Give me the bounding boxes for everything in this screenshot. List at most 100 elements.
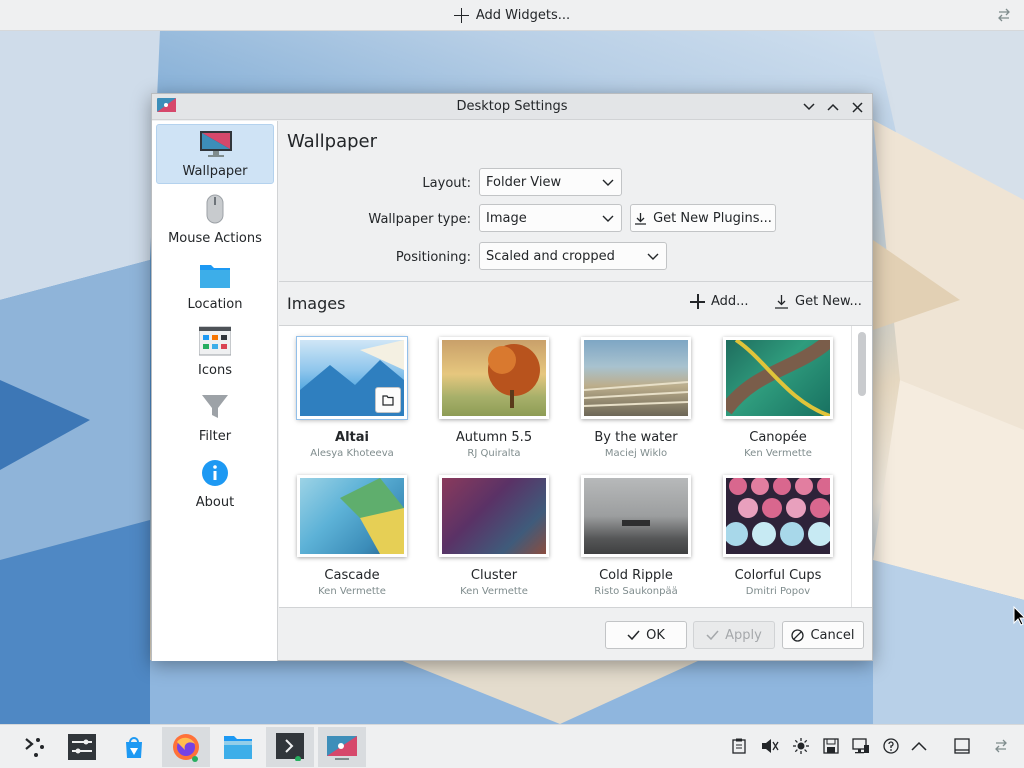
system-settings-icon (68, 734, 96, 760)
wallpaper-author: Alesya Khoteeva (310, 448, 394, 459)
chevron-up-icon (827, 103, 839, 111)
swap-icon[interactable] (996, 7, 1012, 23)
chevron-down-icon (647, 253, 659, 260)
sidebar-item-label: Wallpaper (182, 164, 248, 179)
get-new-wallpapers-button[interactable]: Get New... (774, 294, 862, 309)
open-folder-button[interactable] (375, 387, 401, 413)
wallpaper-thumbnail-cascade[interactable] (297, 475, 407, 557)
folder-icon (200, 265, 230, 288)
wallpaper-thumbnail-autumn[interactable] (439, 337, 549, 419)
layout-label: Layout: (422, 176, 471, 191)
sidebar-item-icons[interactable]: Icons (156, 322, 274, 382)
widget-toolbar: Add Widgets... (0, 0, 1024, 31)
wallpaper-type-combo[interactable]: Image (479, 204, 622, 232)
apply-button[interactable]: Apply (693, 621, 775, 649)
wallpaper-thumbnail-altai[interactable] (297, 337, 407, 419)
add-image-button[interactable]: Add... (690, 294, 749, 309)
dialog-titlebar[interactable]: Desktop Settings (152, 94, 872, 120)
wallpaper-grid: Altai Alesya Khoteeva Autumn 5.5 RJ Quir… (279, 325, 872, 608)
settings-sidebar: Wallpaper Mouse Actions Location Icons F… (152, 121, 278, 661)
desktop-settings-dialog: Desktop Settings Wallpaper Mouse Actions… (151, 93, 873, 661)
application-launcher-button[interactable] (10, 727, 58, 767)
task-system-settings[interactable] (58, 727, 106, 767)
wallpaper-name: Canopée (749, 430, 807, 445)
add-image-label: Add... (711, 294, 749, 309)
chevron-down-icon (602, 215, 614, 222)
sidebar-item-filter[interactable]: Filter (156, 388, 274, 448)
sidebar-item-label: Location (187, 297, 243, 312)
autumn-preview (488, 344, 540, 408)
wallpaper-thumbnail-canopee[interactable] (723, 337, 833, 419)
add-widgets-button[interactable]: Add Widgets... (453, 7, 571, 23)
kde-launcher-icon (25, 738, 44, 757)
cascade-preview (340, 478, 404, 554)
add-widgets-label: Add Widgets... (475, 7, 571, 23)
by-the-water-preview (584, 381, 688, 407)
close-icon (851, 101, 863, 113)
wallpaper-author: Dmitri Popov (745, 586, 811, 597)
wallpaper-thumbnail-colorful-cups[interactable] (723, 475, 833, 557)
network-icon[interactable] (852, 737, 870, 755)
sidebar-item-label: Icons (198, 363, 232, 378)
maximize-button[interactable] (824, 98, 842, 116)
scroll-track (851, 326, 852, 607)
positioning-label: Positioning: (395, 250, 471, 265)
task-dolphin[interactable] (214, 727, 262, 767)
task-konsole[interactable] (266, 727, 314, 767)
expand-tray-icon[interactable] (910, 737, 928, 755)
images-header: Images Add... Get New... (279, 281, 872, 325)
plus-icon (453, 7, 469, 23)
sidebar-item-mouse-actions[interactable]: Mouse Actions (156, 190, 274, 250)
task-desktop-settings[interactable] (318, 727, 366, 767)
sidebar-item-wallpaper[interactable]: Wallpaper (156, 124, 274, 184)
mouse-icon (206, 194, 224, 224)
help-icon[interactable] (882, 737, 900, 755)
download-icon (775, 295, 788, 309)
wallpaper-name: Cascade (324, 568, 380, 583)
wallpaper-name: Autumn 5.5 (455, 430, 533, 445)
cold-ripple-preview (622, 520, 650, 526)
wallpaper-thumbnail-cold-ripple[interactable] (581, 475, 691, 557)
desktop-settings-icon (327, 736, 357, 760)
save-icon[interactable] (822, 737, 840, 755)
plus-icon (690, 294, 705, 309)
wallpaper-name: Cold Ripple (599, 568, 673, 583)
layout-combo[interactable]: Folder View (479, 168, 622, 196)
download-icon (635, 212, 647, 225)
ok-button[interactable]: OK (605, 621, 687, 649)
wallpaper-thumbnail-by-the-water[interactable] (581, 337, 691, 419)
clipboard-icon[interactable] (730, 737, 748, 755)
task-discover[interactable] (110, 727, 158, 767)
show-desktop-icon[interactable] (953, 737, 971, 755)
positioning-combo[interactable]: Scaled and cropped (479, 242, 667, 270)
vertical-scrollbar[interactable] (858, 332, 866, 396)
wallpaper-name: By the water (594, 430, 678, 445)
apply-label: Apply (725, 627, 762, 643)
cancel-icon (791, 628, 805, 642)
images-heading: Images (287, 294, 346, 313)
sidebar-item-label: About (195, 495, 235, 510)
page-title: Wallpaper (287, 131, 378, 152)
folder-icon (382, 394, 394, 406)
taskbar (0, 724, 1024, 768)
wallpaper-author: Maciej Wiklo (604, 448, 668, 459)
funnel-icon (202, 395, 228, 418)
volume-muted-icon[interactable] (761, 737, 779, 755)
get-new-plugins-button[interactable]: Get New Plugins... (630, 204, 776, 232)
sidebar-item-location[interactable]: Location (156, 256, 274, 316)
get-new-wallpapers-label: Get New... (795, 294, 862, 309)
task-firefox[interactable] (162, 727, 210, 767)
wallpaper-author: RJ Quiralta (467, 448, 521, 459)
panel-settings-icon[interactable] (992, 737, 1010, 755)
minimize-button[interactable] (800, 98, 818, 116)
sidebar-item-about[interactable]: About (156, 454, 274, 514)
wallpaper-name: Altai (335, 430, 369, 445)
settings-content: Wallpaper Layout: Folder View Wallpaper … (279, 121, 872, 661)
close-button[interactable] (848, 98, 866, 116)
monitor-icon (200, 131, 232, 157)
icons-grid-icon (199, 326, 231, 356)
cancel-button[interactable]: Cancel (782, 621, 864, 649)
wallpaper-thumbnail-cluster[interactable] (439, 475, 549, 557)
brightness-icon[interactable] (792, 737, 810, 755)
check-icon (627, 630, 640, 640)
